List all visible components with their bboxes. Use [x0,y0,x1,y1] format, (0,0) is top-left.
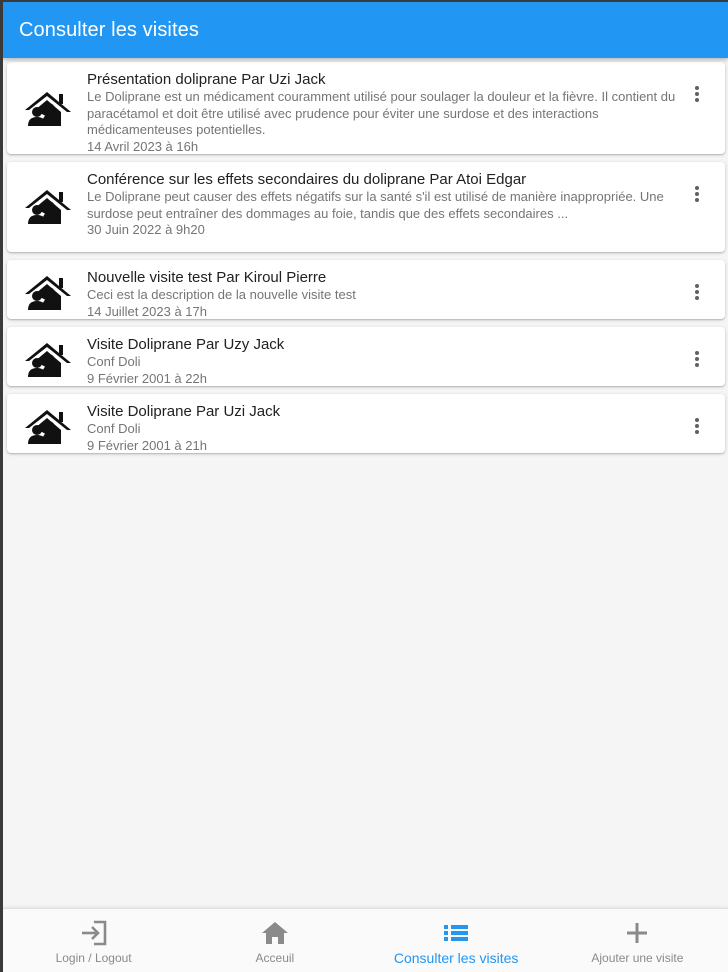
visit-title: Conférence sur les effets secondaires du… [87,171,527,188]
more-options-button[interactable] [685,182,709,206]
visit-date: 14 Juillet 2023 à 17h [87,303,207,319]
nav-label: Ajouter une visite [591,951,684,965]
visit-date: 9 Février 2001 à 22h [87,370,207,386]
visit-card[interactable]: Visite Doliprane Par Uzy Jack Conf Doli … [7,327,725,386]
people-house-icon [23,406,75,446]
visit-description: Le Doliprane peut causer des effets néga… [87,189,664,221]
nav-label: Consulter les visites [393,950,519,966]
nav-label: Login / Logout [55,951,132,965]
visit-date: 14 Avril 2023 à 16h [87,138,199,154]
visit-card-content: Nouvelle visite test Par Kiroul Pierre C… [87,268,677,320]
visit-card[interactable]: Visite Doliprane Par Uzi Jack Conf Doli … [7,394,725,453]
more-options-button[interactable] [685,347,709,371]
more-vert-icon [695,418,699,434]
more-vert-icon [695,86,699,102]
visit-card[interactable]: Nouvelle visite test Par Kiroul Pierre C… [7,260,725,319]
visit-card-content: Visite Doliprane Par Uzy Jack Conf Doli … [87,335,677,387]
people-house-icon [23,272,75,312]
visit-description: Ceci est la description de la nouvelle v… [87,287,356,302]
visit-title: Présentation doliprane Par Uzi Jack [87,71,326,88]
app-bar: Consulter les visites [3,2,728,58]
more-vert-icon [695,186,699,202]
visit-card-content: Présentation doliprane Par Uzi Jack Le D… [87,70,677,155]
visit-card[interactable]: Conférence sur les effets secondaires du… [7,162,725,252]
login-icon [79,919,109,947]
app-window: Consulter les visites Présentation dolip… [3,2,728,972]
visit-title: Visite Doliprane Par Uzi Jack [87,403,281,420]
more-vert-icon [695,351,699,367]
more-options-button[interactable] [685,414,709,438]
visit-title: Visite Doliprane Par Uzy Jack [87,336,285,353]
nav-label: Acceuil [255,951,295,965]
visit-description: Conf Doli [87,421,141,436]
visit-description: Conf Doli [87,354,141,369]
nav-home[interactable]: Acceuil [184,909,365,972]
people-house-icon [23,88,75,128]
visit-card[interactable]: Présentation doliprane Par Uzi Jack Le D… [7,62,725,154]
home-icon [260,919,290,947]
people-house-icon [23,186,75,226]
visit-title: Nouvelle visite test Par Kiroul Pierre [87,269,327,286]
more-options-button[interactable] [685,280,709,304]
visit-card-content: Visite Doliprane Par Uzi Jack Conf Doli … [87,402,677,454]
nav-login-logout[interactable]: Login / Logout [3,909,184,972]
page-title: Consulter les visites [19,18,199,41]
visit-card-content: Conférence sur les effets secondaires du… [87,170,677,239]
visit-date: 30 Juin 2022 à 9h20 [87,222,205,237]
bottom-navigation: Login / Logout Acceuil Consulter les vis… [3,908,728,972]
more-vert-icon [695,284,699,300]
nav-consult-visits[interactable]: Consulter les visites [366,909,547,972]
nav-add-visit[interactable]: Ajouter une visite [547,909,728,972]
people-house-icon [23,339,75,379]
list-icon [441,919,471,947]
visit-description: Le Doliprane est un médicament courammen… [87,89,676,137]
add-icon [622,919,652,947]
visit-date: 9 Février 2001 à 21h [87,437,207,453]
more-options-button[interactable] [685,82,709,106]
